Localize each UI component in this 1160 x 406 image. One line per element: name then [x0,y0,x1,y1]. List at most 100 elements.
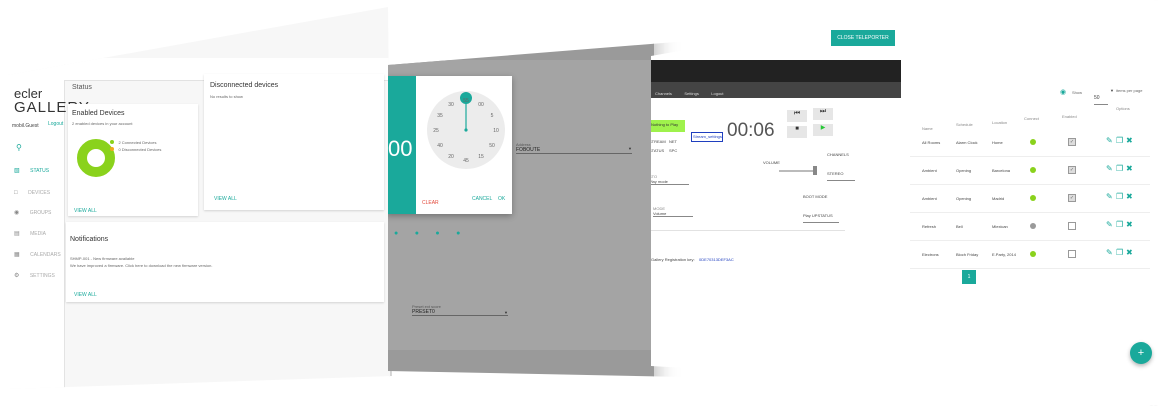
nav-item-settings[interactable]: ⚙ SETTINGS [14,264,55,282]
copy-icon[interactable]: ❐ [1116,192,1123,201]
nav-item-calendars[interactable]: ▦ CALENDARS [14,243,61,261]
copy-icon[interactable]: ❐ [1116,136,1123,145]
table-cell-name: All Rooms [922,140,941,145]
clock-number[interactable]: 35 [437,113,443,119]
edit-icon[interactable]: ✎ [1106,192,1113,201]
stop-button[interactable]: ■ [787,126,807,138]
notifications-card: Notifications SHMP-001 - New firmware av… [66,222,384,302]
delete-icon[interactable]: ✖ [1126,248,1133,257]
table-cell-location: E.Party, 2014 [992,252,1016,257]
clock-number[interactable]: 55 [463,98,469,104]
delete-icon[interactable]: ✖ [1126,220,1133,229]
delete-icon[interactable]: ✖ [1126,164,1133,173]
clock-number[interactable]: 30 [448,102,454,108]
volume-slider[interactable] [779,170,815,172]
channels-label: CHANNELS [827,152,849,157]
copy-icon[interactable]: ❐ [1116,220,1123,229]
table-row[interactable]: All Rooms Alarm Clock Home ✓ ✎ ❐ ✖ [910,132,1150,157]
enabled-checkbox[interactable] [1068,222,1076,230]
groups-icon: ◉ [14,210,20,216]
view-all-link[interactable]: VIEW ALL [74,208,97,214]
volume-handle[interactable] [813,166,817,175]
teleporter-panel: CLOSE TELEPORTER Channels Settings Logou… [649,12,901,380]
registration-key: Gallery Registration key: 0DE70313DEF3AC [651,248,734,266]
clock-number[interactable]: 45 [463,158,469,164]
delete-icon[interactable]: ✖ [1126,136,1133,145]
copy-icon[interactable]: ❐ [1116,248,1123,257]
enabled-checkbox[interactable]: ✓ [1068,194,1076,202]
delete-icon[interactable]: ✖ [1126,192,1133,201]
devices-table-panel: ◉ Show 50 ▼ items per page Name Schedule… [902,0,1158,406]
clock-number[interactable]: 5 [491,113,494,119]
edit-icon[interactable]: ✎ [1106,220,1113,229]
table-row[interactable]: Electrons Bloch Friday E.Party, 2014 ✎ ❐ ✖ [910,244,1150,269]
info-label: STREAM [649,139,666,144]
view-all-link[interactable]: VIEW ALL [214,196,237,202]
address-field[interactable]: Address FOBOUTE ▼ [516,142,632,154]
input-text: Stream_settings [693,134,722,139]
nav-item-status[interactable]: ▧ STATUS [14,159,49,177]
clock-number[interactable]: 50 [489,143,495,149]
eye-icon[interactable]: ◉ [1060,88,1066,96]
nav-item-media[interactable]: ▤ MEDIA [14,222,46,240]
copy-icon[interactable]: ❐ [1116,164,1123,173]
ok-button[interactable]: OK [498,196,505,202]
table-row[interactable]: Ambient Opening Barcelona ✓ ✎ ❐ ✖ [910,160,1150,185]
status-icon: ▧ [14,168,20,174]
cancel-button[interactable]: CANCEL [472,196,492,202]
clock-number[interactable]: 10 [493,128,499,134]
mode-select[interactable]: MODE Volume [653,206,693,217]
select-value: STEREO [827,171,844,176]
clock-number[interactable]: 40 [437,143,443,149]
speaker-icon[interactable]: ● [435,230,439,237]
search-icon[interactable]: ⚲ [16,143,22,152]
next-button[interactable]: ⏭ [813,108,833,120]
boot-mode-select[interactable]: Play UPSTATUS [803,204,839,223]
menu-channels[interactable]: Channels [655,91,672,96]
clock-number[interactable]: 15 [478,154,484,160]
table-row[interactable]: Ambient Opening Madrid ✓ ✎ ❐ ✖ [910,188,1150,213]
sto-select[interactable]: STO Play mode [651,174,689,185]
notification-text[interactable]: We have improved a firmware. Click here … [70,263,212,268]
clock-face[interactable]: 55 00 5 10 50 15 45 20 40 25 35 30 [426,90,506,170]
nav-item-devices[interactable]: □ DEVICES [14,181,50,199]
clear-button[interactable]: CLEAR [422,200,439,206]
previous-button[interactable]: ⏮ [787,110,807,122]
table-cell-name: Refresh [922,224,937,229]
play-button[interactable]: ▶ [813,124,833,136]
speaker-icon[interactable]: ● [456,230,460,237]
card-title: Enabled Devices [72,110,125,117]
enabled-checkbox[interactable] [1068,250,1076,258]
add-button[interactable]: + [1130,342,1152,364]
enabled-checkbox[interactable]: ✓ [1068,166,1076,174]
menu-logout[interactable]: Logout [711,91,723,96]
column-header: Schedule [956,122,973,127]
channels-select[interactable]: STEREO [827,162,855,181]
clock-number[interactable]: 00 [478,102,484,108]
show-select[interactable]: 50 [1094,86,1108,105]
donut-slice-connected [77,139,115,177]
table-row[interactable]: Refresh Bell Mlexican ✎ ❐ ✖ [910,216,1150,241]
clock-number[interactable]: 25 [433,128,439,134]
preset-field[interactable]: Preset ext score PRESET0 ▼ [412,304,508,316]
previous-icon: ⏮ [793,110,801,117]
table-cell-location: Home [992,140,1003,145]
view-all-link[interactable]: VIEW ALL [74,292,97,298]
speaker-icon[interactable]: ● [394,230,398,237]
menu-settings[interactable]: Settings [684,91,698,96]
clock-number[interactable]: 20 [448,154,454,160]
edit-icon[interactable]: ✎ [1106,136,1113,145]
stream-input[interactable]: Stream_settings [691,132,723,142]
nav-item-groups[interactable]: ◉ GROUPS [14,201,51,219]
nav-label: CALENDARS [30,252,61,258]
logout-link[interactable]: Logout [48,121,63,127]
edit-icon[interactable]: ✎ [1106,248,1113,257]
page-button[interactable]: 1 [962,270,976,284]
close-teleporter-button[interactable]: CLOSE TELEPORTER [831,30,895,46]
edit-icon[interactable]: ✎ [1106,164,1113,173]
nav-label: DEVICES [28,190,51,196]
enabled-checkbox[interactable]: ✓ [1068,138,1076,146]
volume-label: VOLUME [763,160,780,165]
menu-bar: Channels Settings Logout [651,82,901,98]
speaker-icon[interactable]: ● [415,230,419,237]
